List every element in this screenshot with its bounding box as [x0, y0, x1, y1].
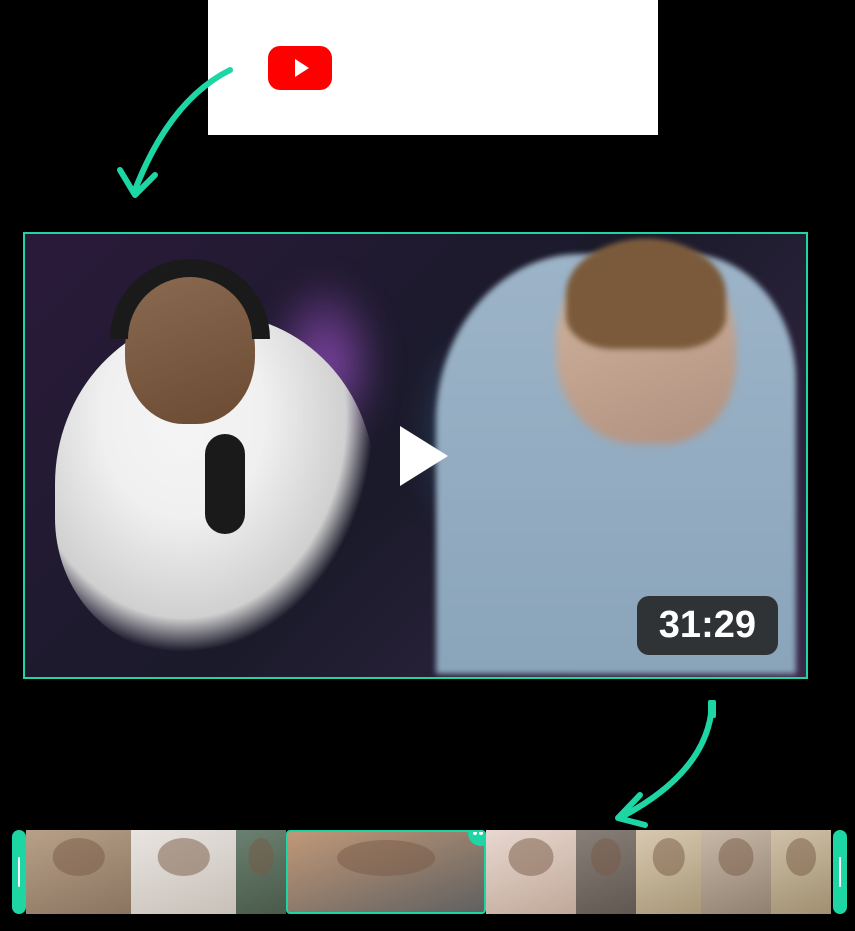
timeline-clip[interactable] [771, 830, 831, 914]
timeline-clip[interactable] [26, 830, 131, 914]
timeline[interactable] [12, 823, 847, 921]
timeline-clip[interactable] [486, 830, 576, 914]
timeline-clip[interactable] [236, 830, 286, 914]
play-icon[interactable] [400, 426, 448, 486]
duration-badge: 31:29 [637, 596, 778, 655]
timeline-clip[interactable] [576, 830, 636, 914]
timeline-clip[interactable] [636, 830, 701, 914]
timeline-clip[interactable] [701, 830, 771, 914]
clip-options-button[interactable] [468, 830, 486, 846]
video-preview[interactable]: 31:29 [23, 232, 808, 679]
source-card [208, 0, 658, 135]
timeline-clip-selected[interactable] [286, 830, 486, 914]
arrow-down-icon [590, 700, 730, 830]
youtube-icon [268, 46, 332, 90]
timeline-clips [26, 830, 833, 914]
timeline-handle-right[interactable] [833, 830, 847, 914]
timeline-handle-left[interactable] [12, 830, 26, 914]
timeline-clip[interactable] [131, 830, 236, 914]
